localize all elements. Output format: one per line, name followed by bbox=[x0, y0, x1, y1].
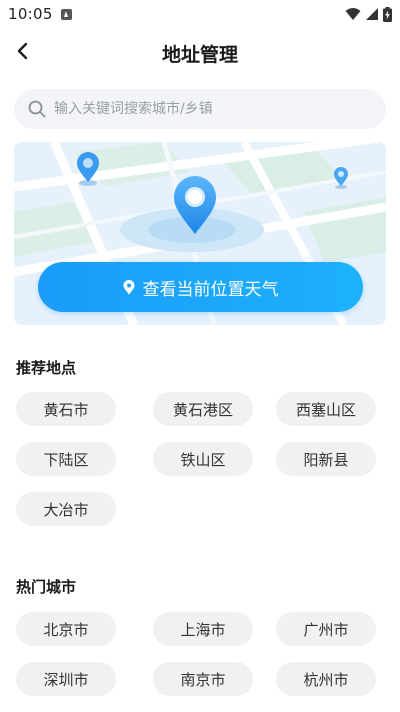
search-icon bbox=[28, 100, 46, 118]
recommended-chip[interactable]: 黄石港区 bbox=[153, 392, 253, 426]
location-pin-icon bbox=[123, 279, 135, 295]
battery-charging-icon bbox=[383, 6, 392, 22]
view-current-location-weather-button[interactable]: 查看当前位置天气 bbox=[38, 262, 363, 312]
recommended-chip[interactable]: 铁山区 bbox=[153, 442, 253, 476]
status-icons bbox=[345, 6, 392, 22]
hot-cities-section-title: 热门城市 bbox=[16, 578, 77, 596]
recommended-section-title: 推荐地点 bbox=[16, 359, 77, 377]
locate-button-label: 查看当前位置天气 bbox=[142, 279, 279, 300]
main-location-pin-icon bbox=[174, 176, 216, 234]
recommended-chip[interactable]: 下陆区 bbox=[16, 442, 116, 476]
hot-city-chip[interactable]: 广州市 bbox=[276, 612, 376, 646]
recommended-chip[interactable]: 阳新县 bbox=[276, 442, 376, 476]
hot-city-chip[interactable]: 南京市 bbox=[153, 662, 253, 696]
wifi-icon bbox=[345, 8, 361, 20]
map-card: 查看当前位置天气 bbox=[14, 142, 386, 325]
notification-a-icon bbox=[61, 9, 72, 20]
header: 地址管理 bbox=[0, 28, 400, 74]
recommended-chip[interactable]: 西塞山区 bbox=[276, 392, 376, 426]
signal-icon bbox=[366, 8, 378, 20]
hot-city-chip[interactable]: 杭州市 bbox=[276, 662, 376, 696]
hot-city-chip[interactable]: 上海市 bbox=[153, 612, 253, 646]
search-input[interactable] bbox=[54, 101, 354, 117]
search-box[interactable] bbox=[14, 89, 386, 129]
status-time: 10:05 bbox=[8, 5, 53, 23]
hot-city-chip[interactable]: 北京市 bbox=[16, 612, 116, 646]
tiny-location-pin-icon bbox=[334, 167, 348, 189]
status-bar: 10:05 bbox=[0, 0, 400, 28]
recommended-chip[interactable]: 大冶市 bbox=[16, 492, 116, 526]
recommended-chip[interactable]: 黄石市 bbox=[16, 392, 116, 426]
hot-city-chip[interactable]: 深圳市 bbox=[16, 662, 116, 696]
page-title: 地址管理 bbox=[161, 44, 238, 66]
small-location-pin-icon bbox=[77, 152, 99, 186]
